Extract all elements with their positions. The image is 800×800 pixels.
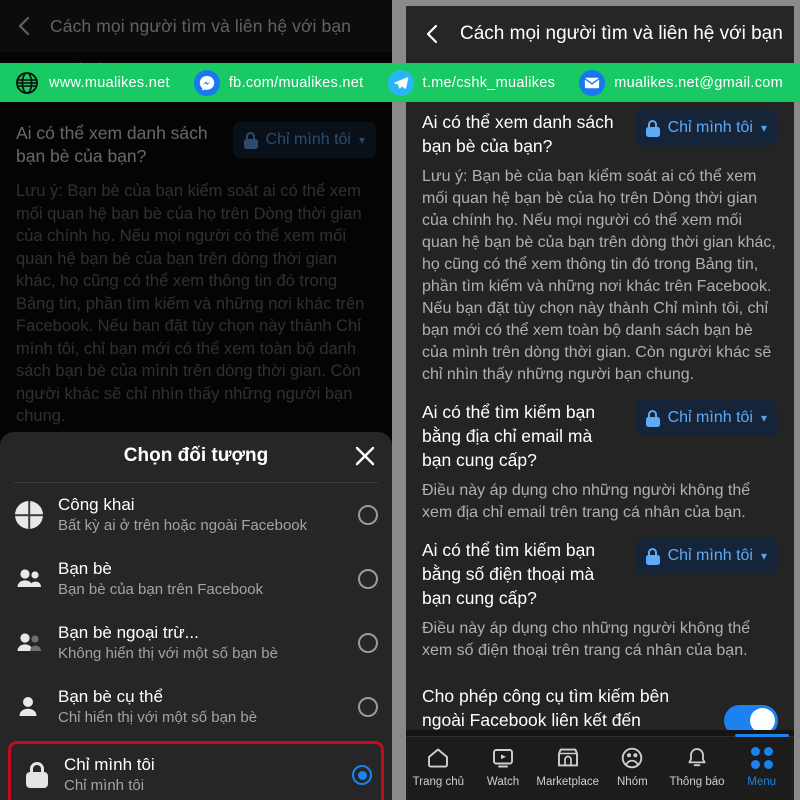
banner-label: t.me/cshk_mualikes	[422, 74, 556, 91]
right-privacy-pill-email[interactable]: Chỉ mình tôi ▾	[634, 400, 778, 436]
radio-only-me[interactable]	[352, 765, 372, 785]
option-title: Bạn bè	[58, 559, 112, 578]
banner-item-website[interactable]: www.mualikes.net	[14, 70, 170, 96]
right-pill-label-friendlist: Chỉ mình tôi	[667, 119, 753, 136]
screenshot-stage: Cách mọi người tìm và liên hệ với bạn Ai…	[0, 0, 800, 800]
audience-option-friends[interactable]: Bạn bè Bạn bè của bạn trên Facebook	[0, 547, 392, 611]
banner-label: fb.com/mualikes.net	[228, 74, 364, 91]
right-phone-frame: Cách mọi người tìm và liên hệ với bạn Ai…	[406, 6, 794, 800]
audience-option-friends-except[interactable]: Bạn bè ngoại trừ... Không hiển thị với m…	[0, 611, 392, 675]
option-subtitle: Không hiển thị với một số bạn bè	[58, 645, 278, 662]
banner-item-email[interactable]: mualikes.net@gmail.com	[579, 69, 784, 96]
audience-option-specific-friends[interactable]: Bạn bè cụ thể Chỉ hiển thị với một số bạ…	[0, 675, 392, 739]
tab-label: Menu	[747, 776, 777, 788]
option-subtitle: Bất kỳ ai ở trên hoặc ngoài Facebook	[58, 517, 308, 534]
menu-grid-icon	[749, 745, 775, 771]
right-pill-label-phone: Chỉ mình tôi	[667, 547, 753, 564]
banner-label: www.mualikes.net	[49, 74, 170, 91]
chevron-down-icon: ▾	[760, 411, 767, 425]
option-title: Chỉ mình tôi	[64, 755, 155, 774]
tab-groups[interactable]: Nhóm	[600, 737, 665, 788]
radio-friends[interactable]	[358, 569, 378, 589]
globe-icon	[14, 70, 40, 96]
toggle-knob	[750, 707, 775, 730]
sheet-header: Chọn đối tượng	[0, 432, 392, 480]
audience-option-only-me[interactable]: Chỉ mình tôi Chỉ mình tôi	[8, 741, 384, 800]
right-question-friendlist: Ai có thể xem danh sách bạn bè của bạn?	[422, 112, 614, 156]
banner-item-telegram[interactable]: t.me/cshk_mualikes	[387, 69, 556, 96]
right-section-phone: Ai có thể tìm kiếm bạn bằng số điện thoạ…	[406, 524, 794, 662]
chevron-down-icon: ▾	[760, 121, 767, 135]
radio-specific-friends[interactable]	[358, 697, 378, 717]
sheet-title: Chọn đối tượng	[123, 445, 269, 466]
right-question-search-engine: Cho phép công cụ tìm kiếm bên ngoài Face…	[422, 686, 670, 730]
friends-icon	[14, 564, 44, 594]
watch-icon	[490, 745, 516, 771]
lock-icon	[645, 409, 660, 427]
tab-label: Trang chủ	[412, 776, 465, 788]
tab-notifications[interactable]: Thông báo	[665, 737, 730, 788]
option-title: Bạn bè cụ thể	[58, 687, 163, 706]
close-icon[interactable]	[352, 443, 378, 469]
right-pill-label-email: Chỉ mình tôi	[667, 409, 753, 426]
banner-item-facebook[interactable]: fb.com/mualikes.net	[193, 69, 364, 96]
bell-icon	[684, 745, 710, 771]
globe-icon	[14, 500, 44, 530]
tab-label: Marketplace	[536, 776, 599, 788]
audience-option-public[interactable]: Công khai Bất kỳ ai ở trên hoặc ngoài Fa…	[0, 483, 392, 547]
audience-bottom-sheet: Chọn đối tượng Công khai Bất kỳ ai ở trê…	[0, 432, 392, 800]
groups-icon	[619, 745, 645, 771]
lock-icon	[645, 547, 660, 565]
search-engine-toggle[interactable]	[724, 704, 778, 730]
lock-icon	[645, 119, 660, 137]
active-tab-indicator	[734, 734, 789, 737]
option-subtitle: Bạn bè của bạn trên Facebook	[58, 581, 264, 598]
tab-label: Nhóm	[617, 776, 648, 788]
watermark-banner: www.mualikes.net fb.com/mualikes.net t.m…	[0, 63, 800, 102]
telegram-icon	[387, 69, 414, 96]
right-header: Cách mọi người tìm và liên hệ với bạn	[406, 6, 794, 62]
email-icon	[579, 69, 606, 96]
tab-menu[interactable]: Menu	[729, 734, 794, 788]
tab-label: Watch	[486, 776, 520, 788]
tab-marketplace[interactable]: Marketplace	[535, 737, 600, 788]
right-privacy-pill-friendlist[interactable]: Chỉ mình tôi ▾	[634, 110, 778, 146]
radio-public[interactable]	[358, 505, 378, 525]
back-chevron-icon[interactable]	[422, 23, 444, 45]
radio-friends-except[interactable]	[358, 633, 378, 653]
right-section-search-engine: Cho phép công cụ tìm kiếm bên ngoài Face…	[406, 662, 794, 730]
chevron-down-icon: ▾	[760, 549, 767, 563]
banner-label: mualikes.net@gmail.com	[614, 74, 784, 91]
tab-watch[interactable]: Watch	[471, 737, 536, 788]
right-question-phone: Ai có thể tìm kiếm bạn bằng số điện thoạ…	[422, 540, 596, 608]
right-note-email: Điều này áp dụng cho những người không t…	[422, 482, 751, 521]
right-privacy-pill-phone[interactable]: Chỉ mình tôi ▾	[634, 538, 778, 574]
right-note-phone: Điều này áp dụng cho những người không t…	[422, 620, 751, 659]
tab-home[interactable]: Trang chủ	[406, 737, 471, 788]
right-section-email: Ai có thể tìm kiếm bạn bằng địa chỉ emai…	[406, 386, 794, 524]
option-subtitle: Chỉ mình tôi	[64, 777, 145, 794]
messenger-icon	[193, 69, 220, 96]
right-panel: Cách mọi người tìm và liên hệ với bạn Ai…	[400, 0, 800, 800]
right-body[interactable]: Ai có thể xem danh sách bạn bè của bạn? …	[406, 62, 794, 730]
lock-icon	[20, 760, 50, 790]
tab-label: Thông báo	[669, 776, 725, 788]
right-question-email: Ai có thể tìm kiếm bạn bằng địa chỉ emai…	[422, 402, 596, 470]
marketplace-icon	[555, 745, 581, 771]
left-panel: Cách mọi người tìm và liên hệ với bạn Ai…	[0, 0, 392, 800]
person-icon	[14, 692, 44, 722]
friends-except-icon	[14, 628, 44, 658]
option-subtitle: Chỉ hiển thị với một số bạn bè	[58, 709, 258, 726]
right-header-title: Cách mọi người tìm và liên hệ với bạn	[460, 23, 783, 44]
option-title: Bạn bè ngoại trừ...	[58, 623, 199, 642]
right-note-friendlist: Lưu ý: Bạn bè của bạn kiểm soát ai có th…	[422, 168, 776, 383]
right-section-friendlist: Ai có thể xem danh sách bạn bè của bạn? …	[406, 62, 794, 386]
option-title: Công khai	[58, 495, 135, 514]
bottom-tabbar: Trang chủ Watch Marketplace Nhóm Thông b…	[406, 734, 794, 800]
home-icon	[425, 745, 451, 771]
